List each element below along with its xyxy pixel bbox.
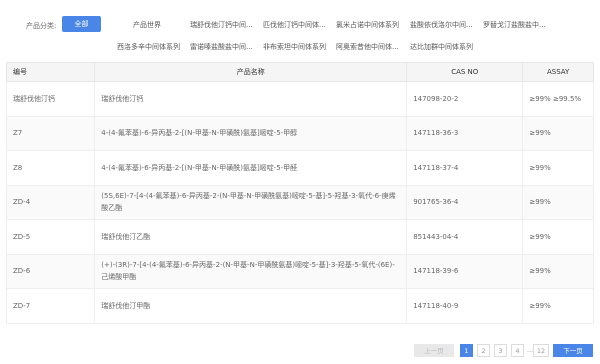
prev-page-button[interactable]: 上一页 [414,344,454,357]
cell-name[interactable]: (+)-(3R)-7-[4-(4-氟苯基)-6-异丙基-2-(N-甲基-N-甲磺… [94,253,408,289]
cell-id: Z7 [5,115,96,151]
cell-id: ZD-7 [5,288,96,324]
cell-name[interactable]: 瑞舒伐他汀乙酯 [94,219,408,255]
cell-id: ZD-4 [5,184,96,220]
cell-assay: ≥99% [522,115,594,151]
page-button[interactable]: 12 [533,344,549,357]
table-row[interactable]: ZD-4 (5S,6E)-7-[4-(4-氟苯基)-6-异丙基-2-(N-甲基-… [5,184,594,220]
cell-cas: 147118-36-3 [406,115,524,151]
table-row[interactable]: 瑞舒伐他汀钙 瑞舒伐他汀钙 147098-20-2 ≥99% ≥99.5% [5,81,594,117]
next-page-button[interactable]: 下一页 [553,344,593,357]
cell-cas: 147118-37-4 [406,150,524,186]
header-cas: CAS NO [406,62,524,82]
category-label: 产品分类: [26,22,57,30]
category-item[interactable]: 阿奥索昔他中间体... [336,42,399,52]
category-filter: 产品分类: 全部 产品世界 瑞舒伐他汀钙中间... 匹伐他汀钙中间体... 氯米… [0,0,600,58]
category-item[interactable]: 瑞舒伐他汀钙中间... [190,20,253,30]
table-row[interactable]: Z8 4-(4-氟苯基)-6-异丙基-2-[(N-甲基-N-甲磺酰)氨基]嘧啶-… [5,150,594,186]
category-item[interactable]: 非布索坦中间体系列 [263,42,326,52]
category-item[interactable]: 匹伐他汀钙中间体... [263,20,326,30]
page-button[interactable]: 3 [494,344,507,357]
page-button[interactable]: 1 [460,344,473,357]
header-id: 编号 [5,62,96,82]
cell-id: Z8 [5,150,96,186]
cell-cas: 851443-04-4 [406,219,524,255]
cell-assay: ≥99% [522,184,594,220]
product-table: 编号 产品名称 CAS NO ASSAY 瑞舒伐他汀钙 瑞舒伐他汀钙 14709… [5,62,594,324]
cell-id: 瑞舒伐他汀钙 [5,81,96,117]
table-header: 编号 产品名称 CAS NO ASSAY [5,62,594,82]
category-item[interactable]: 西洛多辛中间体系列 [117,42,180,52]
cell-assay: ≥99% [522,288,594,324]
category-item[interactable]: 产品世界 [133,20,161,30]
cell-name[interactable]: 瑞舒伐他汀钙 [94,81,408,117]
cell-cas: 147098-20-2 [406,81,524,117]
category-item[interactable]: 氯米占诺中间体系列 [336,20,399,30]
cell-name[interactable]: 4-(4-氟苯基)-6-异丙基-2-[(N-甲基-N-甲磺酰)氨基]嘧啶-5-甲… [94,150,408,186]
category-item[interactable]: 雷诺嗪盐酸盐中间... [190,42,253,52]
cell-id: ZD-5 [5,219,96,255]
cell-assay: ≥99% [522,253,594,289]
category-item[interactable]: 盐酸依伐洛尔中间... [410,20,473,30]
cell-cas: 901765-36-4 [406,184,524,220]
cell-name[interactable]: 瑞舒伐他汀甲酯 [94,288,408,324]
cell-cas: 147118-39-6 [406,253,524,289]
cell-name[interactable]: 4-(4-氟苯基)-6-异丙基-2-[(N-甲基-N-甲磺酰)氨基]嘧啶-5-甲… [94,115,408,151]
header-assay: ASSAY [522,62,594,82]
cell-assay: ≥99% ≥99.5% [522,81,594,117]
table-row[interactable]: Z7 4-(4-氟苯基)-6-异丙基-2-[(N-甲基-N-甲磺酰)氨基]嘧啶-… [5,115,594,151]
cell-id: ZD-6 [5,253,96,289]
pagination: 上一页 1 2 3 4 ... 12 下一页 [0,344,600,358]
cell-cas: 147118-40-9 [406,288,524,324]
page-button[interactable]: 4 [511,344,524,357]
table-row[interactable]: ZD-6 (+)-(3R)-7-[4-(4-氟苯基)-6-异丙基-2-(N-甲基… [5,253,594,289]
cell-assay: ≥99% [522,219,594,255]
category-item[interactable]: 达比加群中间体系列 [410,42,473,52]
category-all-button[interactable]: 全部 [62,16,101,32]
cell-assay: ≥99% [522,150,594,186]
table-row[interactable]: ZD-7 瑞舒伐他汀甲酯 147118-40-9 ≥99% [5,288,594,324]
table-row[interactable]: ZD-5 瑞舒伐他汀乙酯 851443-04-4 ≥99% [5,219,594,255]
page-button[interactable]: 2 [477,344,490,357]
category-item[interactable]: 罗替戈汀盐酸盐中... [483,20,546,30]
header-name: 产品名称 [94,62,408,82]
cell-name[interactable]: (5S,6E)-7-[4-(4-氟苯基)-6-异丙基-2-(N-甲基-N-甲磺酰… [94,184,408,220]
